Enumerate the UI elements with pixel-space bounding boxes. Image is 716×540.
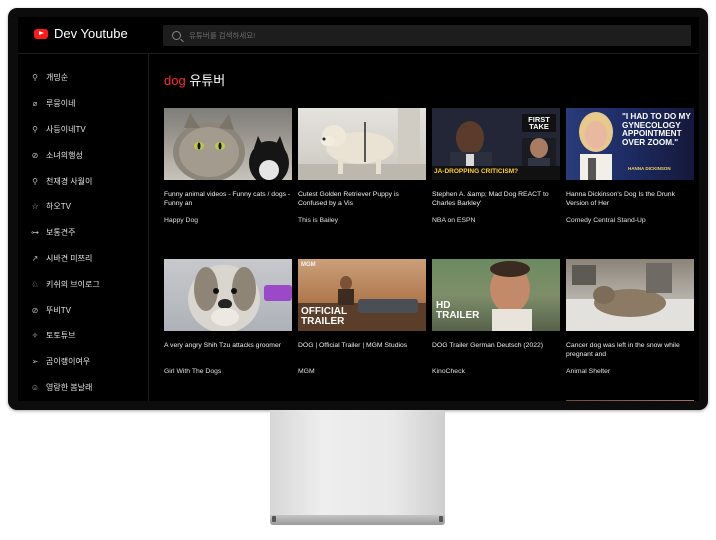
planet-icon: ⊘ [31, 150, 39, 160]
channel-name[interactable]: This is Bailey [298, 217, 426, 224]
sidebar-item[interactable]: ⊶ 보통견주 [18, 220, 148, 246]
channel-name[interactable]: MGM [298, 368, 426, 375]
planet-icon: ⊘ [31, 305, 39, 315]
star-icon: ☆ [31, 202, 39, 212]
video-card[interactable]: Cancer dog was left in the snow while pr… [566, 259, 694, 375]
video-title[interactable]: Cancer dog was left in the snow while pr… [566, 341, 694, 359]
sidebar-item[interactable]: ⚲ 사등이네TV [18, 117, 148, 143]
video-card[interactable]: "I HAD TO DO MY GYNECOLOGY APPOINTMENT O… [566, 108, 694, 224]
video-thumbnail[interactable] [566, 400, 694, 401]
search-keyword: dog [164, 73, 186, 88]
face-icon: ☺ [30, 382, 40, 392]
video-title[interactable]: Stephen A. &amp; Mad Dog REACT to Charle… [432, 190, 560, 208]
pin-icon: ⚲ [32, 73, 38, 83]
sidebar-item[interactable]: ☺ 영랑한 봄날래 [18, 375, 148, 401]
sidebar-item-label: 시바견 미쯔리 [46, 253, 93, 263]
video-title[interactable]: DOG | Official Trailer | MGM Studios [298, 341, 426, 359]
sidebar-item-label: 루뭉이네 [46, 99, 76, 109]
car-icon: ⊶ [31, 228, 39, 238]
thumbnail-caption: OFFICIAL TRAILER [301, 306, 347, 327]
thumbnail-name: HANNA DICKINSON [628, 166, 671, 171]
channel-name[interactable]: Happy Dog [164, 217, 292, 224]
send-icon: ➢ [31, 357, 39, 367]
video-card[interactable]: MGM OFFICIAL TRAILER DOG | Official Trai… [298, 259, 426, 375]
video-thumbnail[interactable] [298, 108, 426, 180]
thumbnail-caption: JA-DROPPING CRITICISM? [434, 168, 519, 175]
sidebar-item[interactable]: ✧ 토토튜브 [18, 323, 148, 349]
channel-name[interactable]: KinoCheck [432, 368, 560, 375]
main-content: dog 유튜버 Funny animal videos - Funny cats… [149, 54, 699, 401]
pin-icon: ⚲ [32, 124, 38, 134]
sidebar-item[interactable]: ⚲ 개밍순 [18, 65, 148, 91]
sparkle-icon: ✧ [31, 331, 39, 341]
sidebar-item-label: 뚜비TV [46, 305, 71, 315]
video-thumbnail[interactable] [566, 259, 694, 331]
monitor-bezel: Dev Youtube ⚲ 개밍순 ⌀ 루뭉이네 ⚲ 사등이네TV ⊘ 소녀의행성 ⚲ 천… [8, 8, 708, 410]
video-title[interactable]: A very angry Shih Tzu attacks groomer [164, 341, 292, 359]
thumbnail-quote: "I HAD TO DO MY GYNECOLOGY APPOINTMENT O… [622, 112, 691, 147]
video-thumbnail[interactable]: HD TRAILER [432, 259, 560, 331]
video-card[interactable]: Funny animal videos - Funny cats / dogs … [164, 108, 292, 224]
video-card-partial[interactable] [566, 400, 694, 401]
monitor-stand-base [270, 515, 445, 525]
video-title[interactable]: Cutest Golden Retriever Puppy is Confuse… [298, 190, 426, 208]
search-input[interactable] [187, 30, 681, 41]
sidebar-item-label: 소녀의행성 [46, 150, 83, 160]
sidebar-item[interactable]: ⊘ 소녀의행성 [18, 142, 148, 168]
sidebar-item[interactable]: ⊘ 뚜비TV [18, 297, 148, 323]
monitor-stand [270, 410, 445, 517]
thumbnail-brand: MGM [301, 262, 316, 268]
video-thumbnail[interactable] [164, 108, 292, 180]
search-icon[interactable] [172, 31, 181, 40]
video-title[interactable]: Funny animal videos - Funny cats / dogs … [164, 190, 292, 208]
leaf-icon: ⌀ [32, 99, 38, 109]
video-card[interactable]: HD TRAILER DOG Trailer German Deutsch (2… [432, 259, 560, 375]
rocket-icon: ↗ [31, 253, 39, 263]
sidebar-item-label: 천재경 사월이 [46, 176, 93, 186]
sidebar-item[interactable]: ⌀ 루뭉이네 [18, 91, 148, 117]
video-card[interactable]: FIRST TAKE JA-DROPPING CRITICISM? Stephe… [432, 108, 560, 224]
sidebar-item-label: 키쉬의 브이로그 [46, 279, 100, 289]
channel-name[interactable]: NBA on ESPN [432, 217, 560, 224]
sidebar-item[interactable]: ♘ 키쉬의 브이로그 [18, 271, 148, 297]
video-thumbnail[interactable]: FIRST TAKE JA-DROPPING CRITICISM? [432, 108, 560, 180]
header: Dev Youtube [18, 17, 699, 54]
search-bar[interactable] [163, 25, 691, 46]
sidebar-item-label: 개밍순 [46, 73, 69, 83]
sidebar-item-label: 곰이랭이여우 [46, 357, 91, 367]
channel-name[interactable]: Girl With The Dogs [164, 368, 292, 375]
video-thumbnail[interactable] [164, 259, 292, 331]
video-card[interactable]: A very angry Shih Tzu attacks groomer Gi… [164, 259, 292, 375]
sidebar-item-label: 영랑한 봄날래 [46, 382, 93, 392]
sidebar-item[interactable]: ☆ 하오TV [18, 194, 148, 220]
video-title[interactable]: Hanna Dickinson's Dog Is the Drunk Versi… [566, 190, 694, 208]
video-thumbnail[interactable]: MGM OFFICIAL TRAILER [298, 259, 426, 331]
stand-foot [272, 516, 276, 522]
thumbnail-badge: FIRST TAKE [522, 114, 556, 132]
sidebar-item-label: 토토튜브 [46, 331, 76, 341]
video-card[interactable]: Cutest Golden Retriever Puppy is Confuse… [298, 108, 426, 224]
page-title-suffix: 유튜버 [189, 73, 226, 88]
channel-name[interactable]: Animal Shelter [566, 368, 694, 375]
app-title: Dev Youtube [54, 26, 128, 41]
youtube-logo-icon [34, 28, 48, 39]
logo[interactable]: Dev Youtube [34, 26, 128, 41]
sidebar-item-label: 사등이네TV [46, 124, 86, 134]
thumbnail-caption: HD TRAILER [436, 300, 480, 321]
app-screen: Dev Youtube ⚲ 개밍순 ⌀ 루뭉이네 ⚲ 사등이네TV ⊘ 소녀의행성 ⚲ 천… [18, 17, 699, 401]
sidebar: ⚲ 개밍순 ⌀ 루뭉이네 ⚲ 사등이네TV ⊘ 소녀의행성 ⚲ 천재경 사월이 ☆ 하오TV… [18, 54, 149, 401]
cat-icon: ♘ [31, 279, 39, 289]
channel-name[interactable]: Comedy Central Stand-Up [566, 217, 694, 224]
video-thumbnail[interactable]: "I HAD TO DO MY GYNECOLOGY APPOINTMENT O… [566, 108, 694, 180]
pin-icon: ⚲ [32, 176, 38, 186]
sidebar-item-label: 하오TV [46, 202, 71, 212]
sidebar-item[interactable]: ↗ 시바견 미쯔리 [18, 246, 148, 272]
sidebar-item[interactable]: ⚲ 천재경 사월이 [18, 168, 148, 194]
sidebar-item-label: 보통견주 [46, 228, 76, 238]
video-title[interactable]: DOG Trailer German Deutsch (2022) [432, 341, 560, 359]
page-title: dog 유튜버 [164, 70, 225, 89]
stand-foot [439, 516, 443, 522]
sidebar-item[interactable]: ➢ 곰이랭이여우 [18, 349, 148, 375]
